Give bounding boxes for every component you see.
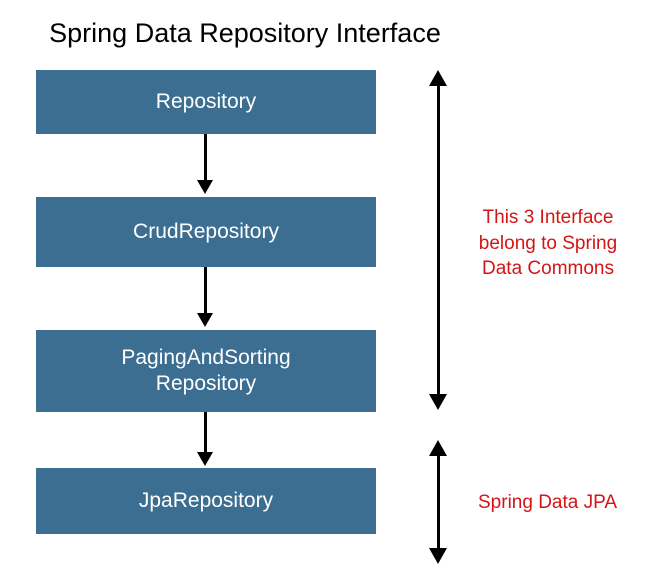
bracket-commons: [429, 70, 447, 410]
box-jpa-repository: JpaRepository: [36, 468, 376, 534]
box-jpa-label: JpaRepository: [139, 488, 273, 514]
arrow-repo-to-crud: [201, 134, 209, 194]
box-repository-label: Repository: [156, 89, 256, 115]
annotation-jpa: Spring Data JPA: [478, 490, 617, 516]
arrow-paging-to-jpa: [201, 412, 209, 466]
box-paging-repository: PagingAndSortingRepository: [36, 330, 376, 412]
box-crud-repository: CrudRepository: [36, 197, 376, 267]
diagram-title: Spring Data Repository Interface: [0, 18, 490, 49]
arrow-crud-to-paging: [201, 267, 209, 327]
bracket-jpa: [429, 440, 447, 564]
box-paging-label: PagingAndSortingRepository: [121, 345, 290, 398]
box-crud-label: CrudRepository: [133, 219, 279, 245]
annotation-commons: This 3 Interface belong to Spring Data C…: [463, 205, 633, 282]
box-repository: Repository: [36, 70, 376, 134]
